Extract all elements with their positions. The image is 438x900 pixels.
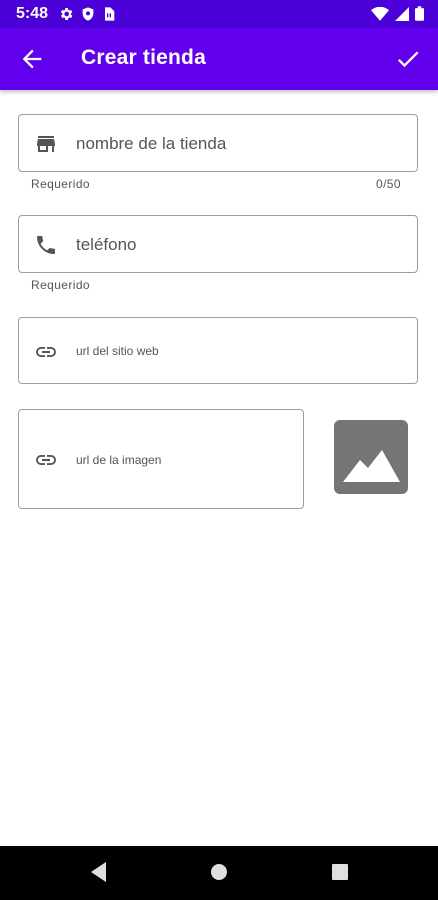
image-url-input[interactable] [76, 453, 293, 467]
recents-square-icon [332, 864, 348, 880]
battery-icon [415, 6, 424, 21]
phone-input[interactable] [76, 235, 407, 255]
store-name-helper: Requerido [31, 177, 90, 191]
app-bar: Crear tienda [0, 28, 438, 90]
phone-icon [37, 236, 55, 254]
status-icons-right [371, 6, 424, 21]
store-name-counter: 0/50 [376, 177, 401, 191]
home-circle-icon [211, 864, 227, 880]
website-field[interactable] [18, 317, 418, 384]
status-time: 5:48 [16, 5, 49, 22]
sim-card-icon [105, 7, 115, 21]
nav-recents-button[interactable] [330, 859, 350, 890]
wifi-icon [371, 6, 389, 21]
page-title: Crear tienda [81, 46, 206, 69]
link-icon [36, 347, 56, 357]
confirm-button[interactable] [394, 45, 422, 73]
check-icon [397, 51, 419, 68]
link-icon [36, 455, 56, 465]
image-preview [334, 420, 408, 494]
back-triangle-icon [91, 862, 106, 882]
signal-icon [395, 6, 409, 21]
nav-home-button[interactable] [209, 859, 229, 890]
back-button[interactable] [18, 45, 46, 73]
status-icons-left [58, 6, 116, 22]
arrow-back-icon [22, 49, 42, 69]
store-name-input[interactable] [76, 134, 407, 154]
phone-field[interactable] [18, 215, 418, 273]
store-icon [37, 136, 55, 152]
image-placeholder-icon [343, 450, 400, 482]
system-nav-bar [0, 846, 438, 900]
status-bar: 5:48 [0, 0, 438, 28]
image-url-field[interactable] [18, 409, 304, 509]
website-input[interactable] [76, 344, 407, 358]
phone-helper: Requerido [31, 278, 90, 292]
store-name-field[interactable] [18, 114, 418, 172]
settings-icon [60, 8, 73, 20]
nav-back-button[interactable] [88, 859, 108, 890]
shield-icon [82, 7, 94, 21]
